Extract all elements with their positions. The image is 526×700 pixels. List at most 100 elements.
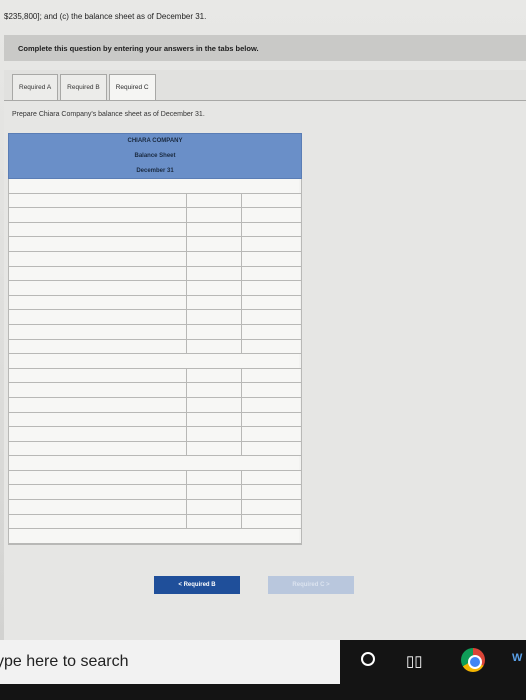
table-row <box>9 412 301 428</box>
label-input[interactable] <box>9 368 187 383</box>
amount-input[interactable] <box>187 470 242 485</box>
label-input[interactable] <box>9 354 299 368</box>
task-view-icon[interactable]: ▯▯ <box>406 652 423 670</box>
label-input[interactable] <box>9 339 187 354</box>
table-row <box>9 179 301 194</box>
total-input[interactable] <box>242 193 300 208</box>
label-input[interactable] <box>9 441 187 456</box>
label-input[interactable] <box>9 529 299 543</box>
amount-input[interactable] <box>187 324 242 339</box>
amount-input[interactable] <box>187 281 242 295</box>
total-input[interactable] <box>242 295 300 310</box>
total-input[interactable] <box>242 397 300 412</box>
next-required-c-button[interactable]: Required C > <box>268 576 354 594</box>
label-input[interactable] <box>9 470 187 485</box>
label-input[interactable] <box>9 281 187 295</box>
table-row <box>9 281 301 296</box>
label-input[interactable] <box>9 208 187 222</box>
total-input[interactable] <box>242 514 300 529</box>
total-input[interactable] <box>242 310 300 324</box>
table-row <box>9 514 301 530</box>
label-input[interactable] <box>9 427 187 441</box>
table-row <box>9 354 301 369</box>
tab-required-a[interactable]: Required A <box>12 74 59 100</box>
amount-input[interactable] <box>187 193 242 208</box>
label-input[interactable] <box>9 485 187 500</box>
table-row <box>9 500 301 515</box>
company-name: CHIARA COMPANY <box>127 137 183 144</box>
amount-input[interactable] <box>187 485 242 500</box>
cortana-icon[interactable] <box>361 652 375 666</box>
amount-input[interactable] <box>187 222 242 237</box>
amount-input[interactable] <box>187 368 242 383</box>
label-input[interactable] <box>9 295 187 310</box>
total-input[interactable] <box>242 500 300 514</box>
amount-input[interactable] <box>187 237 242 251</box>
label-input[interactable] <box>9 222 187 237</box>
label-input[interactable] <box>9 500 187 514</box>
total-input[interactable] <box>242 324 300 339</box>
balance-sheet: CHIARA COMPANY Balance Sheet December 31 <box>8 133 302 545</box>
label-input[interactable] <box>9 514 187 529</box>
label-input[interactable] <box>9 383 187 397</box>
total-input[interactable] <box>242 441 300 456</box>
label-input[interactable] <box>9 412 187 427</box>
total-input[interactable] <box>242 339 300 354</box>
table-row <box>9 251 301 267</box>
table-row <box>9 324 301 340</box>
total-input[interactable] <box>242 266 300 281</box>
label-input[interactable] <box>9 251 187 266</box>
navigation-buttons: < Required B Required C > <box>154 576 354 594</box>
amount-input[interactable] <box>187 310 242 324</box>
table-row <box>9 427 301 442</box>
taskbar-search-box[interactable]: ype here to search <box>0 640 340 684</box>
total-input[interactable] <box>242 281 300 295</box>
sheet-title: Balance Sheet <box>134 152 176 159</box>
label-input[interactable] <box>9 237 187 251</box>
total-input[interactable] <box>242 470 300 485</box>
windows-taskbar: ype here to search ▯▯ W <box>0 640 526 700</box>
sheet-header: CHIARA COMPANY Balance Sheet December 31 <box>8 133 302 179</box>
total-input[interactable] <box>242 412 300 427</box>
question-panel: Required A Required B Required C Prepare… <box>4 70 526 640</box>
total-input[interactable] <box>242 427 300 441</box>
chrome-icon[interactable] <box>461 648 485 672</box>
amount-input[interactable] <box>187 441 242 456</box>
tab-content: Prepare Chiara Company's balance sheet a… <box>4 100 526 640</box>
amount-input[interactable] <box>187 383 242 397</box>
tab-bar: Required A Required B Required C <box>12 74 158 100</box>
total-input[interactable] <box>242 485 300 500</box>
tab-required-c[interactable]: Required C <box>108 74 156 100</box>
label-input[interactable] <box>9 193 187 208</box>
label-input[interactable] <box>9 324 187 339</box>
amount-input[interactable] <box>187 251 242 266</box>
total-input[interactable] <box>242 368 300 383</box>
problem-text: $235,800]; and (c) the balance sheet as … <box>4 12 207 21</box>
prev-required-b-button[interactable]: < Required B <box>154 576 240 594</box>
tab-required-b[interactable]: Required B <box>60 74 107 100</box>
label-input[interactable] <box>9 179 299 193</box>
total-input[interactable] <box>242 222 300 237</box>
amount-input[interactable] <box>187 427 242 441</box>
label-input[interactable] <box>9 397 187 412</box>
label-input[interactable] <box>9 266 187 281</box>
partial-app-icon[interactable]: W <box>512 652 522 664</box>
amount-input[interactable] <box>187 500 242 514</box>
amount-input[interactable] <box>187 295 242 310</box>
table-row <box>9 237 301 252</box>
total-input[interactable] <box>242 208 300 222</box>
amount-input[interactable] <box>187 412 242 427</box>
table-row <box>9 339 301 355</box>
total-input[interactable] <box>242 251 300 266</box>
label-input[interactable] <box>9 456 299 470</box>
amount-input[interactable] <box>187 208 242 222</box>
total-input[interactable] <box>242 383 300 397</box>
search-input[interactable]: ype here to search <box>0 653 129 671</box>
amount-input[interactable] <box>187 514 242 529</box>
amount-input[interactable] <box>187 339 242 354</box>
amount-input[interactable] <box>187 397 242 412</box>
table-row <box>9 193 301 209</box>
label-input[interactable] <box>9 310 187 324</box>
total-input[interactable] <box>242 237 300 251</box>
amount-input[interactable] <box>187 266 242 281</box>
